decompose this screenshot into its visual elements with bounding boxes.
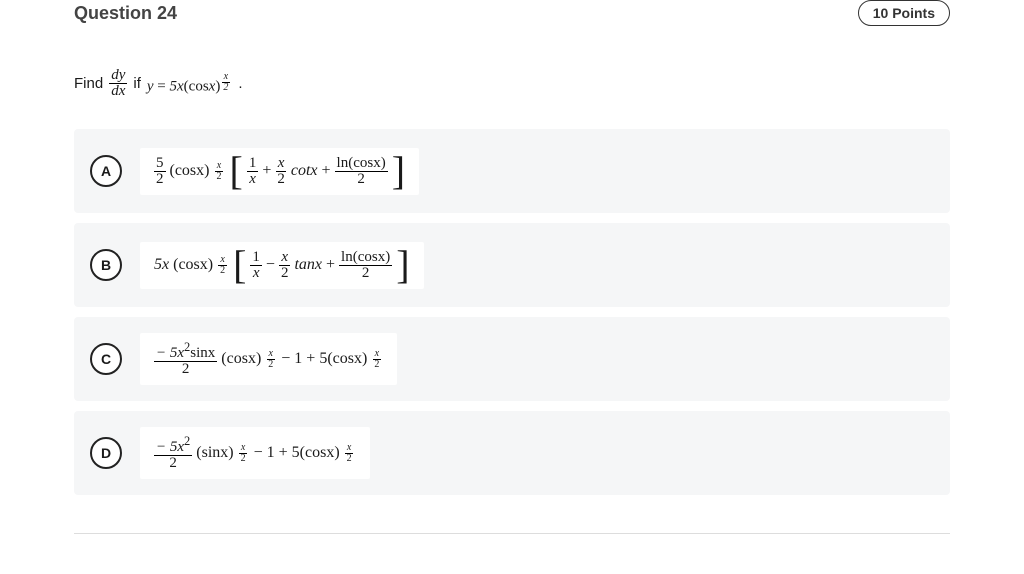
- divider: [74, 533, 950, 534]
- option-c-body: − 5x2sinx 2 (cosx)x2 − 1 + 5(cosx)x2: [140, 333, 397, 385]
- prompt-eq: y = 5x(cosx)x2: [147, 72, 232, 95]
- option-a-body: 5 2 (cosx)x2 [ 1 x + x 2 cotx + ln(cosx): [140, 148, 419, 195]
- options-list: A 5 2 (cosx)x2 [ 1 x + x 2 cotx +: [74, 129, 950, 495]
- option-letter-a: A: [90, 155, 122, 187]
- option-d-body: − 5x2 2 (sinx)x2 − 1 + 5(cosx)x2: [140, 427, 370, 479]
- option-letter-c: C: [90, 343, 122, 375]
- prompt-period: .: [238, 75, 242, 92]
- exponent-x-over-2: x2: [221, 72, 230, 93]
- prompt-if: if: [133, 75, 141, 92]
- prompt-find: Find: [74, 75, 103, 92]
- option-d[interactable]: D − 5x2 2 (sinx)x2 − 1 + 5(cosx)x2: [74, 411, 950, 495]
- question-prompt: Find dy dx if y = 5x(cosx)x2 .: [74, 68, 950, 99]
- option-b-body: 5x (cosx)x2 [ 1 x − x 2 tanx + ln(cosx) …: [140, 242, 424, 289]
- option-letter-b: B: [90, 249, 122, 281]
- option-letter-d: D: [90, 437, 122, 469]
- option-c[interactable]: C − 5x2sinx 2 (cosx)x2 − 1 + 5(cosx)x2: [74, 317, 950, 401]
- points-badge: 10 Points: [858, 0, 950, 26]
- question-title: Question 24: [74, 3, 177, 24]
- option-b[interactable]: B 5x (cosx)x2 [ 1 x − x 2 tanx + ln(cosx…: [74, 223, 950, 307]
- option-a[interactable]: A 5 2 (cosx)x2 [ 1 x + x 2 cotx +: [74, 129, 950, 213]
- frac-dy-dx: dy dx: [109, 68, 127, 99]
